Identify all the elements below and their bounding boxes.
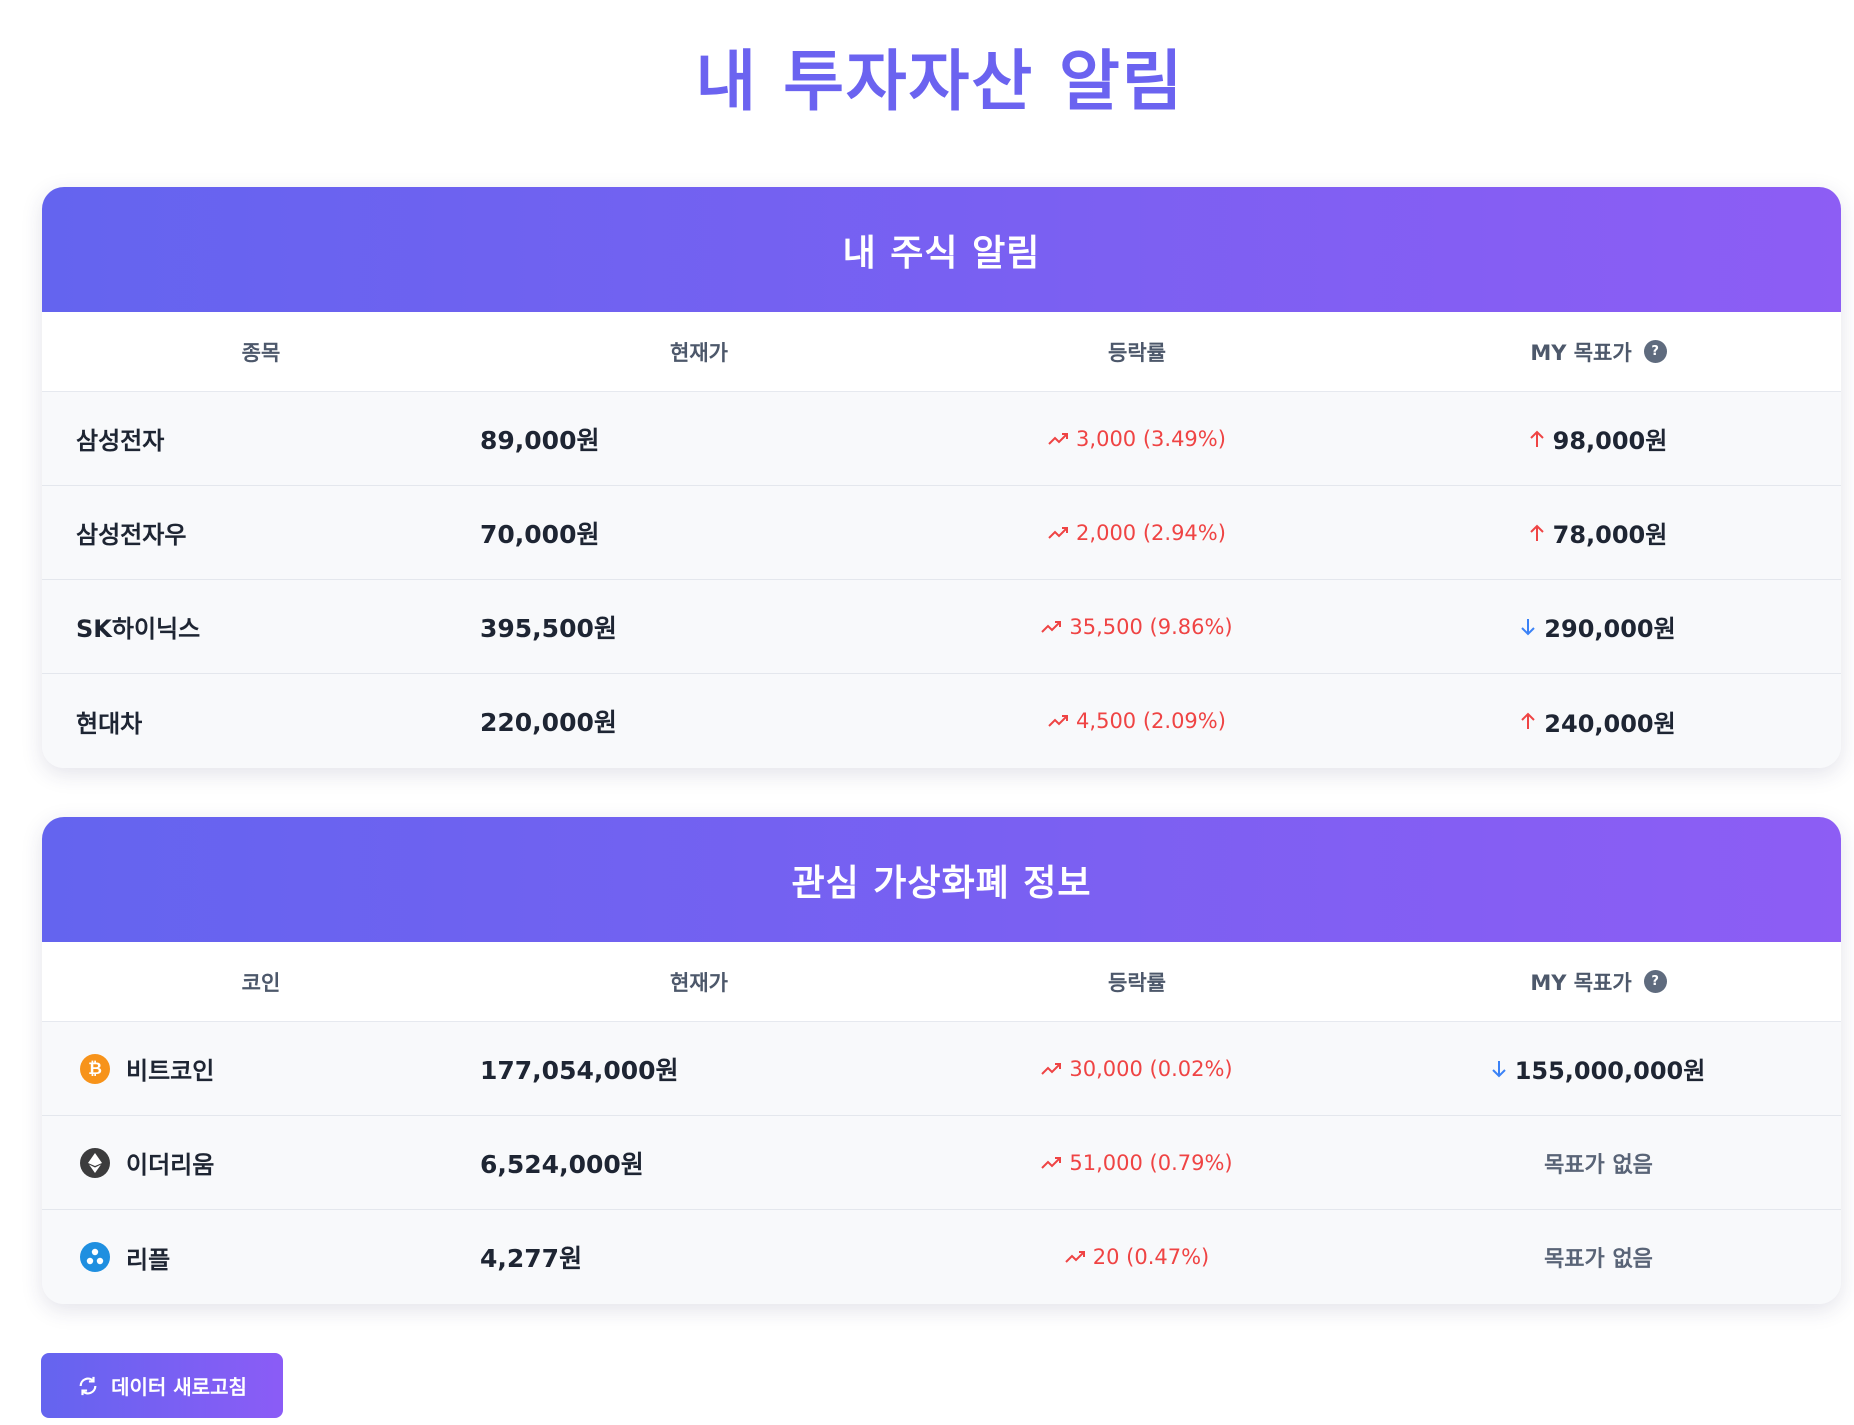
stock-target-value: 98,000원	[1552, 427, 1668, 455]
column-name: 종목	[241, 340, 281, 365]
stock-target-value: 290,000원	[1544, 615, 1676, 643]
coin-change-value: 30,000 (0.02%)	[1069, 1056, 1233, 1081]
coin-price: 6,524,000원	[480, 1149, 644, 1179]
table-row[interactable]: 이더리움 6,524,000원 51,000 (0.79%) 목표가 없음	[42, 1116, 1841, 1210]
stock-target: 78,000원	[1356, 515, 1841, 550]
stock-name: 삼성전자	[76, 427, 165, 455]
coin-name: 이더리움	[126, 1151, 215, 1179]
coin-price: 4,277원	[480, 1244, 583, 1273]
trending-up-icon	[1048, 526, 1070, 540]
coin-target-value: 155,000,000원	[1514, 1057, 1706, 1085]
stock-card-header: 내 주식 알림	[42, 187, 1841, 312]
table-row[interactable]: 현대차 220,000원 4,500 (2.09%) 240,000원	[42, 674, 1841, 768]
arrow-up-icon	[1529, 524, 1544, 542]
coin-target: 목표가 없음	[1544, 1247, 1653, 1272]
stock-price: 220,000원	[480, 708, 617, 737]
crypto-info-card: 관심 가상화폐 정보 코인 현재가 등락률 MY 목표가 ? ₿ 비트코인 17…	[42, 817, 1841, 1304]
ripple-icon	[80, 1242, 110, 1272]
stock-change: 3,000 (3.49%)	[918, 427, 1356, 451]
stock-change: 4,500 (2.09%)	[918, 709, 1356, 733]
stock-change-value: 4,500 (2.09%)	[1076, 709, 1226, 733]
column-target-label: MY 목표가	[1530, 340, 1632, 365]
coin-name: 비트코인	[126, 1057, 215, 1085]
stock-change: 35,500 (9.86%)	[918, 615, 1356, 639]
coin-price: 177,054,000원	[480, 1055, 679, 1085]
coin-target: 목표가 없음	[1544, 1152, 1653, 1178]
stock-change-value: 3,000 (3.49%)	[1076, 426, 1226, 451]
ethereum-icon	[80, 1147, 110, 1178]
table-row[interactable]: ₿ 비트코인 177,054,000원 30,000 (0.02%) 155,0…	[42, 1022, 1841, 1116]
coin-change: 30,000 (0.02%)	[918, 1057, 1356, 1081]
stock-price: 395,500원	[480, 613, 617, 643]
arrow-up-icon	[1529, 430, 1544, 448]
stock-target-value: 240,000원	[1544, 709, 1676, 738]
stock-name: SK하이닉스	[76, 615, 201, 643]
page-title: 내 투자자산 알림	[695, 43, 1185, 120]
stock-change-value: 35,500 (9.86%)	[1069, 614, 1233, 639]
stock-target: 240,000원	[1356, 704, 1841, 739]
trending-up-icon	[1041, 1062, 1063, 1076]
trending-up-icon	[1048, 432, 1070, 446]
column-change: 등락률	[1108, 970, 1166, 995]
bitcoin-icon: ₿	[80, 1053, 110, 1084]
coin-change: 51,000 (0.79%)	[918, 1151, 1356, 1175]
trending-up-icon	[1041, 620, 1063, 634]
table-row[interactable]: SK하이닉스 395,500원 35,500 (9.86%) 290,000원	[42, 580, 1841, 674]
stock-alert-card: 내 주식 알림 종목 현재가 등락률 MY 목표가 ? 삼성전자 89,000원…	[42, 187, 1841, 768]
arrow-down-icon	[1491, 1060, 1506, 1078]
table-row[interactable]: 리플 4,277원 20 (0.47%) 목표가 없음	[42, 1210, 1841, 1304]
help-icon[interactable]: ?	[1643, 970, 1667, 993]
help-icon[interactable]: ?	[1643, 340, 1667, 363]
column-price: 현재가	[670, 970, 728, 995]
coin-change: 20 (0.47%)	[918, 1245, 1356, 1269]
crypto-card-header: 관심 가상화폐 정보	[42, 817, 1841, 942]
stock-change: 2,000 (2.94%)	[918, 521, 1356, 545]
column-target: MY 목표가 ?	[1356, 967, 1841, 997]
stock-target: 98,000원	[1356, 421, 1841, 456]
refresh-data-button[interactable]: 데이터 새로고침	[41, 1353, 283, 1418]
trending-up-icon	[1065, 1250, 1087, 1264]
stock-column-header: 종목 현재가 등락률 MY 목표가 ?	[42, 312, 1841, 392]
column-change: 등락률	[1108, 340, 1166, 365]
arrow-up-icon	[1521, 712, 1536, 730]
refresh-icon	[77, 1375, 99, 1397]
stock-target-value: 78,000원	[1552, 521, 1668, 549]
stock-price: 89,000원	[480, 425, 600, 455]
stock-price: 70,000원	[480, 519, 600, 549]
table-row[interactable]: 삼성전자우 70,000원 2,000 (2.94%) 78,000원	[42, 486, 1841, 580]
coin-change-value: 20 (0.47%)	[1092, 1245, 1210, 1269]
trending-up-icon	[1048, 714, 1070, 728]
stock-name: 삼성전자우	[76, 521, 187, 549]
coin-name-cell: ₿ 비트코인	[42, 1051, 480, 1086]
stock-target: 290,000원	[1356, 609, 1841, 644]
table-row[interactable]: 삼성전자 89,000원 3,000 (3.49%) 98,000원	[42, 392, 1841, 486]
trending-up-icon	[1041, 1156, 1063, 1170]
coin-target: 155,000,000원	[1356, 1051, 1841, 1086]
coin-name-cell: 리플	[42, 1240, 480, 1275]
column-price: 현재가	[670, 340, 728, 365]
column-target-label: MY 목표가	[1530, 970, 1632, 995]
refresh-data-label: 데이터 새로고침	[111, 1375, 247, 1399]
stock-change-value: 2,000 (2.94%)	[1076, 520, 1226, 545]
column-coin: 코인	[241, 970, 281, 995]
coin-name-cell: 이더리움	[42, 1145, 480, 1180]
stock-name: 현대차	[76, 709, 143, 738]
coin-change-value: 51,000 (0.79%)	[1069, 1150, 1233, 1175]
arrow-down-icon	[1521, 618, 1536, 636]
crypto-column-header: 코인 현재가 등락률 MY 목표가 ?	[42, 942, 1841, 1022]
coin-name: 리플	[126, 1245, 171, 1274]
column-target: MY 목표가 ?	[1356, 337, 1841, 367]
